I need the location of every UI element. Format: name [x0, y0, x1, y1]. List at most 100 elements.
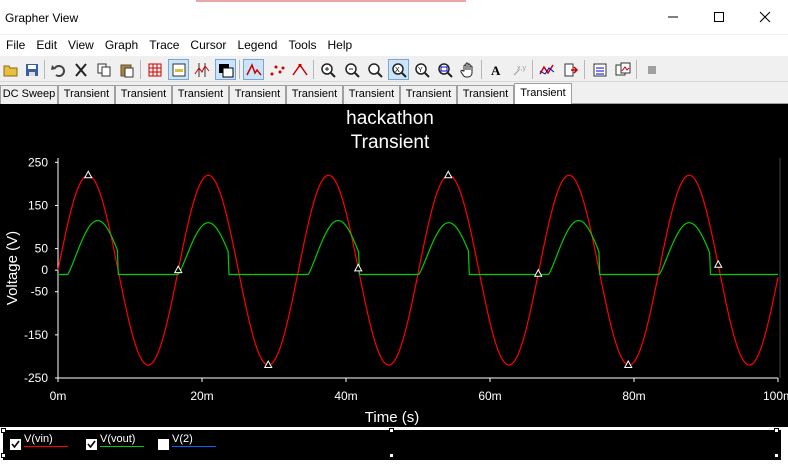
data-point-marker-vin — [533, 268, 543, 277]
x-tick-label: 40m — [334, 389, 357, 403]
legend-resize-handle[interactable] — [1, 453, 6, 458]
window-title: Grapher View — [5, 11, 79, 25]
export-icon[interactable] — [560, 59, 581, 80]
zoom-out-icon[interactable] — [341, 59, 362, 80]
toolbar-separator — [636, 60, 637, 79]
copy-icon[interactable] — [93, 59, 114, 80]
tab-transient-4[interactable]: Transient — [229, 85, 286, 104]
show-data-points-icon[interactable] — [243, 59, 264, 80]
analysis-tabs: DC Sweep Transient Transient Transient T… — [0, 83, 788, 104]
legend-swatch-v2 — [172, 446, 216, 447]
cut-icon[interactable] — [70, 59, 91, 80]
minimize-icon — [668, 16, 678, 18]
menu-graph[interactable]: Graph — [100, 35, 144, 56]
undo-icon[interactable] — [48, 59, 69, 80]
toolbar-separator — [140, 60, 141, 79]
menu-legend[interactable]: Legend — [232, 35, 283, 56]
window-top-accent — [196, 0, 466, 2]
legend-resize-handle[interactable] — [389, 453, 394, 458]
svg-text:x,y: x,y — [517, 65, 526, 72]
tab-transient-1[interactable]: Transient — [58, 85, 115, 104]
tab-transient-5[interactable]: Transient — [286, 85, 343, 104]
legend-checkbox-vout[interactable] — [86, 439, 97, 450]
zoom-area-icon[interactable] — [434, 59, 455, 80]
checkmark-icon — [87, 440, 96, 449]
legend-item-v2[interactable]: V(2) — [158, 433, 216, 453]
x-tick-label: 20m — [190, 389, 213, 403]
x-tick-label: 100m — [763, 389, 788, 403]
series-line-vout — [58, 219, 778, 276]
menu-cursor[interactable]: Cursor — [185, 35, 232, 56]
y-tick-label: -250 — [24, 371, 48, 385]
svg-text:X: X — [395, 67, 400, 74]
maximize-icon — [714, 12, 724, 22]
properties-icon[interactable] — [589, 59, 610, 80]
tab-transient-2[interactable]: Transient — [115, 85, 172, 104]
menu-tools[interactable]: Tools — [283, 35, 322, 56]
legend-label-v2: V(2) — [172, 433, 193, 445]
open-folder-icon[interactable] — [0, 59, 21, 80]
menu-edit[interactable]: Edit — [31, 35, 63, 56]
legend-resize-handle[interactable] — [774, 428, 779, 433]
title-bar[interactable]: Grapher View — [0, 0, 788, 34]
legend-swatch-vin — [24, 446, 68, 447]
zoom-x-icon[interactable]: X — [388, 59, 409, 80]
toolbar: X Y A x,y — [0, 57, 788, 82]
stop-icon[interactable] — [641, 59, 662, 80]
menu-trace[interactable]: Trace — [144, 35, 185, 56]
grid-icon[interactable] — [144, 59, 165, 80]
legend-label-vout: V(vout) — [100, 433, 136, 445]
legend-panel: V(vin) V(vout) V(2) — [0, 427, 788, 467]
show-markers-icon[interactable] — [266, 59, 287, 80]
tab-transient-3[interactable]: Transient — [172, 85, 229, 104]
legend-item-vout[interactable]: V(vout) — [86, 433, 144, 453]
menu-help[interactable]: Help — [323, 35, 359, 56]
legend-icon[interactable] — [168, 59, 189, 80]
paste-icon[interactable] — [116, 59, 137, 80]
menu-bar: File Edit View Graph Trace Cursor Legend… — [0, 35, 788, 56]
legend-resize-handle[interactable] — [774, 453, 779, 458]
tab-transient-7[interactable]: Transient — [400, 85, 457, 104]
black-white-icon[interactable] — [215, 59, 236, 80]
legend-label-vin: V(vin) — [24, 433, 53, 445]
chart-canvas[interactable]: 250 150 50 0 -50 -150 -2500m 20m 40m 60m 80m 100m Ti… — [0, 104, 788, 427]
data-point-marker-vin — [83, 170, 93, 179]
legend-checkbox-vin[interactable] — [10, 439, 21, 450]
y-axis-label: Voltage (V) — [4, 231, 21, 305]
copy-graph-icon[interactable] — [612, 59, 633, 80]
menu-view[interactable]: View — [63, 35, 100, 56]
cursors-icon[interactable] — [191, 59, 212, 80]
overlay-traces-icon[interactable] — [536, 59, 557, 80]
close-button[interactable] — [742, 0, 788, 34]
show-select-marks-icon[interactable] — [289, 59, 310, 80]
x-tick-label: 0m — [50, 389, 67, 403]
legend-box[interactable]: V(vin) V(vout) V(2) — [1, 428, 781, 460]
legend-item-vin[interactable]: V(vin) — [10, 433, 68, 453]
save-icon[interactable] — [21, 59, 42, 80]
tab-transient-active[interactable]: Transient — [514, 83, 572, 104]
pan-icon[interactable] — [457, 59, 478, 80]
menu-file[interactable]: File — [1, 35, 31, 56]
x-axis-label: Time (s) — [365, 409, 419, 426]
pin-icon[interactable]: x,y — [508, 59, 529, 80]
legend-resize-handle[interactable] — [389, 428, 394, 433]
legend-swatch-vout — [100, 446, 144, 447]
y-tick-label: 50 — [35, 242, 49, 256]
y-tick-label: 150 — [28, 198, 48, 212]
tab-transient-6[interactable]: Transient — [343, 85, 400, 104]
maximize-button[interactable] — [696, 0, 742, 34]
toolbar-separator — [532, 60, 533, 79]
x-tick-label: 80m — [622, 389, 645, 403]
legend-resize-handle[interactable] — [1, 428, 6, 433]
tab-transient-8[interactable]: Transient — [457, 85, 514, 104]
graph-plot-area[interactable]: hackathon Transient 250 150 50 0 -50 -150 -250… — [0, 104, 788, 427]
minimize-button[interactable] — [650, 0, 696, 34]
tab-dc-sweep[interactable]: DC Sweep — [0, 85, 58, 104]
zoom-in-icon[interactable] — [317, 59, 338, 80]
checkmark-icon — [11, 440, 20, 449]
svg-text:A: A — [491, 63, 501, 78]
zoom-y-icon[interactable]: Y — [411, 59, 432, 80]
text-icon[interactable]: A — [485, 59, 506, 80]
zoom-full-icon[interactable] — [364, 59, 385, 80]
legend-checkbox-v2[interactable] — [158, 439, 169, 450]
